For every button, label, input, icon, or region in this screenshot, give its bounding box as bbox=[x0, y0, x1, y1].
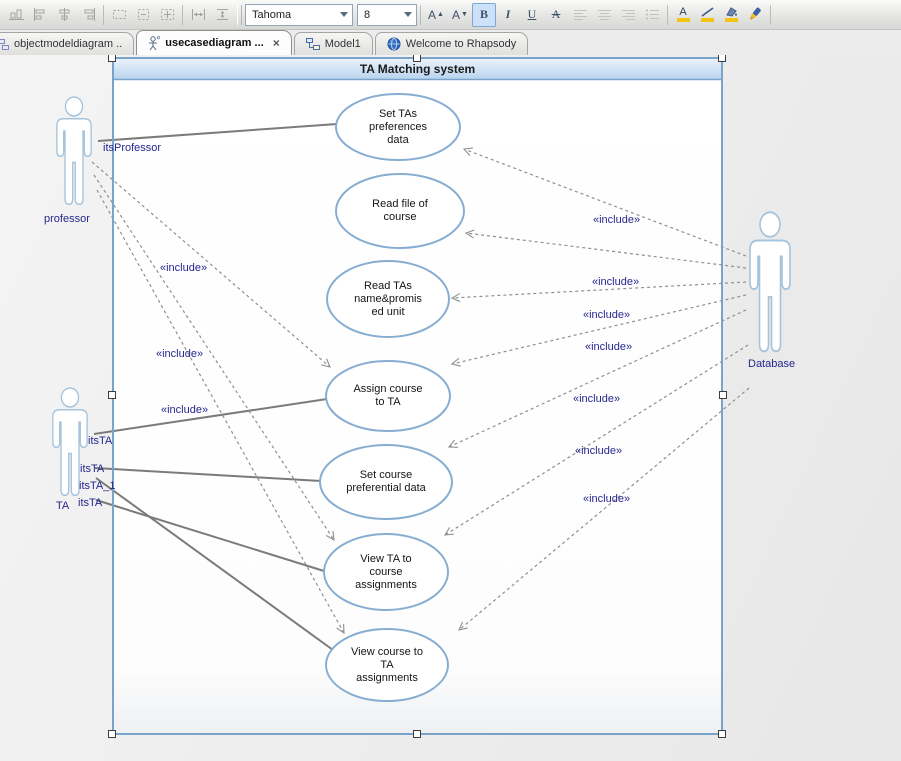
color-swatch bbox=[677, 18, 690, 22]
tab-usecasediagram[interactable]: usecasediagram ... × bbox=[136, 30, 291, 55]
font-family-value: Tahoma bbox=[252, 9, 291, 21]
usecase-label: Set course preferential data bbox=[331, 451, 441, 513]
association-label: itsTA bbox=[78, 497, 102, 509]
association-label: itsProfessor bbox=[103, 142, 161, 154]
close-icon[interactable]: × bbox=[273, 36, 280, 50]
include-label: «include» bbox=[160, 262, 207, 274]
include-label: «include» bbox=[593, 214, 640, 226]
diagram-icon bbox=[0, 39, 9, 50]
space-vertically-icon[interactable] bbox=[210, 3, 234, 27]
align-center-icon[interactable] bbox=[52, 3, 76, 27]
decrease-font-button[interactable]: A▼ bbox=[448, 3, 472, 27]
strikethrough-button[interactable]: A bbox=[544, 3, 568, 27]
include-label: «include» bbox=[575, 445, 622, 457]
include-label: «include» bbox=[583, 309, 630, 321]
actor-label-ta: TA bbox=[56, 500, 69, 512]
underline-button[interactable]: U bbox=[520, 3, 544, 27]
italic-button[interactable]: I bbox=[496, 3, 520, 27]
usecase-label: View TA to course assignments bbox=[331, 541, 441, 603]
align-text-right-icon[interactable] bbox=[616, 3, 640, 27]
increase-font-button[interactable]: A▲ bbox=[424, 3, 448, 27]
tab-label: objectmodeldiagram .. bbox=[14, 38, 122, 50]
include-label: «include» bbox=[161, 404, 208, 416]
usecase-label: View course to TA assignments bbox=[332, 634, 442, 696]
diagram-canvas[interactable]: TA Matching system Set TAs preferences d… bbox=[0, 55, 901, 761]
fill-color-button[interactable] bbox=[719, 3, 743, 27]
include-label: «include» bbox=[156, 348, 203, 360]
align-left-icon[interactable] bbox=[28, 3, 52, 27]
chevron-down-icon bbox=[340, 12, 348, 21]
actor-professor-figure[interactable] bbox=[57, 97, 91, 204]
space-horizontally-icon[interactable] bbox=[186, 3, 210, 27]
align-right-icon[interactable] bbox=[76, 3, 100, 27]
usecase-label: Read file of course bbox=[345, 180, 455, 242]
model-icon bbox=[306, 38, 320, 50]
same-height-icon[interactable] bbox=[131, 3, 155, 27]
line-color-button[interactable] bbox=[695, 3, 719, 27]
usecase-label: Set TAs preferences data bbox=[343, 96, 453, 158]
color-swatch bbox=[701, 18, 714, 22]
rhapsody-window: Tahoma 8 A▲ A▼ B I U A bbox=[0, 0, 901, 761]
align-text-center-icon[interactable] bbox=[592, 3, 616, 27]
association-label: itsTA bbox=[80, 463, 104, 475]
selection-handle[interactable] bbox=[719, 731, 726, 738]
diagram-tab-bar: objectmodeldiagram .. usecasediagram ...… bbox=[0, 30, 901, 55]
frame-title: TA Matching system bbox=[113, 58, 722, 79]
tab-label: Welcome to Rhapsody bbox=[406, 38, 516, 50]
include-label: «include» bbox=[585, 341, 632, 353]
tab-label: usecasediagram ... bbox=[165, 37, 263, 49]
actor-database-figure[interactable] bbox=[750, 212, 790, 351]
tab-model1[interactable]: Model1 bbox=[294, 32, 373, 55]
font-size-select[interactable]: 8 bbox=[357, 4, 417, 26]
selection-handle[interactable] bbox=[109, 731, 116, 738]
format-toolbar: Tahoma 8 A▲ A▼ B I U A bbox=[0, 0, 901, 30]
align-text-left-icon[interactable] bbox=[568, 3, 592, 27]
usecase-label: Assign course to TA bbox=[333, 365, 443, 427]
font-family-select[interactable]: Tahoma bbox=[245, 4, 353, 26]
association-label: itsTA bbox=[88, 435, 112, 447]
same-size-icon[interactable] bbox=[155, 3, 179, 27]
include-label: «include» bbox=[573, 393, 620, 405]
selection-handle[interactable] bbox=[414, 731, 421, 738]
font-color-button[interactable]: A bbox=[671, 3, 695, 27]
same-width-icon[interactable] bbox=[107, 3, 131, 27]
font-size-value: 8 bbox=[364, 9, 370, 21]
selection-handle[interactable] bbox=[720, 392, 727, 399]
tab-welcome[interactable]: Welcome to Rhapsody bbox=[375, 32, 528, 55]
color-swatch bbox=[725, 18, 738, 22]
include-label: «include» bbox=[583, 493, 630, 505]
association-label: itsTA_1 bbox=[79, 480, 115, 492]
bold-button[interactable]: B bbox=[472, 3, 496, 27]
actor-label-professor: professor bbox=[44, 213, 90, 225]
include-label: «include» bbox=[592, 276, 639, 288]
tab-objectmodeldiagram[interactable]: objectmodeldiagram .. bbox=[0, 32, 134, 55]
bullet-list-icon[interactable] bbox=[640, 3, 664, 27]
chevron-down-icon bbox=[404, 12, 412, 21]
align-bottom-icon[interactable] bbox=[4, 3, 28, 27]
format-painter-icon[interactable] bbox=[743, 3, 767, 27]
actor-label-database: Database bbox=[748, 358, 795, 370]
usecase-label: Read TAs name&promis ed unit bbox=[333, 268, 443, 330]
globe-icon bbox=[387, 37, 401, 51]
actor-icon bbox=[148, 36, 160, 51]
tab-label: Model1 bbox=[325, 38, 361, 50]
selection-handle[interactable] bbox=[109, 392, 116, 399]
